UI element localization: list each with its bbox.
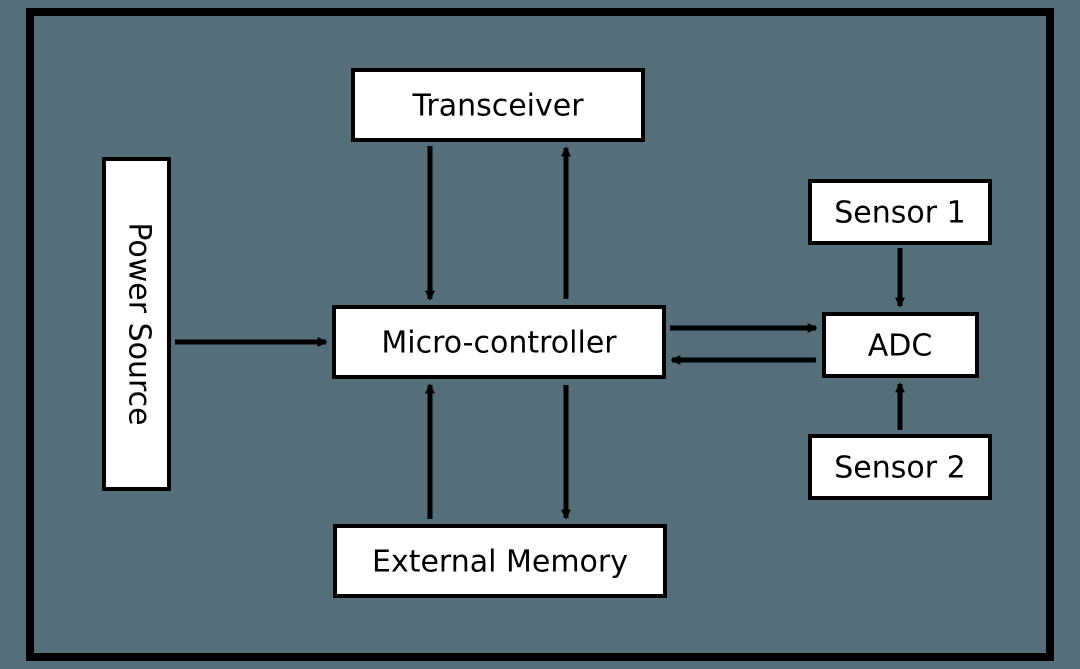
power-source-label: Power Source bbox=[122, 222, 157, 425]
transceiver-label: Transceiver bbox=[411, 89, 584, 124]
sensor-2-label: Sensor 2 bbox=[834, 451, 965, 486]
micro-controller-block: Micro-controller bbox=[334, 307, 664, 377]
sensor-1-block: Sensor 1 bbox=[810, 181, 990, 243]
adc-block: ADC bbox=[824, 314, 977, 376]
micro-controller-label: Micro-controller bbox=[381, 326, 617, 361]
external-memory-label: External Memory bbox=[372, 545, 628, 580]
block-diagram: Power Source Transceiver Micro-controlle… bbox=[0, 0, 1080, 669]
power-source-block: Power Source bbox=[104, 159, 169, 489]
sensor-2-block: Sensor 2 bbox=[810, 436, 990, 498]
sensor-1-label: Sensor 1 bbox=[834, 196, 965, 231]
external-memory-block: External Memory bbox=[335, 526, 665, 596]
transceiver-block: Transceiver bbox=[353, 70, 643, 140]
adc-label: ADC bbox=[868, 329, 933, 364]
